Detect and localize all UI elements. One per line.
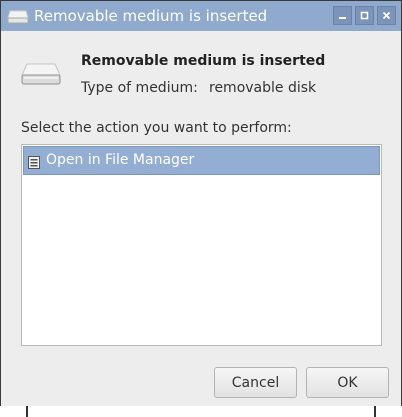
file-manager-icon	[28, 154, 40, 169]
type-of-medium-value: removable disk	[209, 80, 317, 96]
minimize-button[interactable]	[333, 6, 352, 25]
maximize-button[interactable]	[355, 6, 374, 25]
action-list[interactable]: Open in File Manager	[21, 144, 382, 346]
cancel-button[interactable]: Cancel	[214, 367, 297, 398]
list-item-open-in-file-manager[interactable]: Open in File Manager	[23, 146, 380, 175]
divider	[374, 406, 376, 417]
drive-icon	[7, 9, 29, 24]
close-button[interactable]	[377, 6, 396, 25]
background-strip	[0, 406, 402, 417]
minimize-icon	[339, 17, 346, 19]
removable-disk-icon	[21, 63, 61, 85]
title-bar[interactable]: Removable medium is inserted	[1, 1, 401, 31]
ok-button[interactable]: OK	[306, 367, 389, 398]
dialog-body: Removable medium is inserted Type of med…	[1, 31, 401, 406]
divider	[26, 406, 28, 417]
maximize-icon	[360, 11, 369, 20]
dialog-window: Removable medium is inserted Removable m…	[0, 0, 402, 407]
dialog-heading: Removable medium is inserted	[81, 53, 326, 69]
action-prompt: Select the action you want to perform:	[21, 120, 292, 136]
close-icon	[382, 11, 391, 20]
list-item-label: Open in File Manager	[46, 152, 195, 168]
window-title: Removable medium is inserted	[34, 7, 268, 25]
type-of-medium-label: Type of medium:	[81, 80, 198, 96]
